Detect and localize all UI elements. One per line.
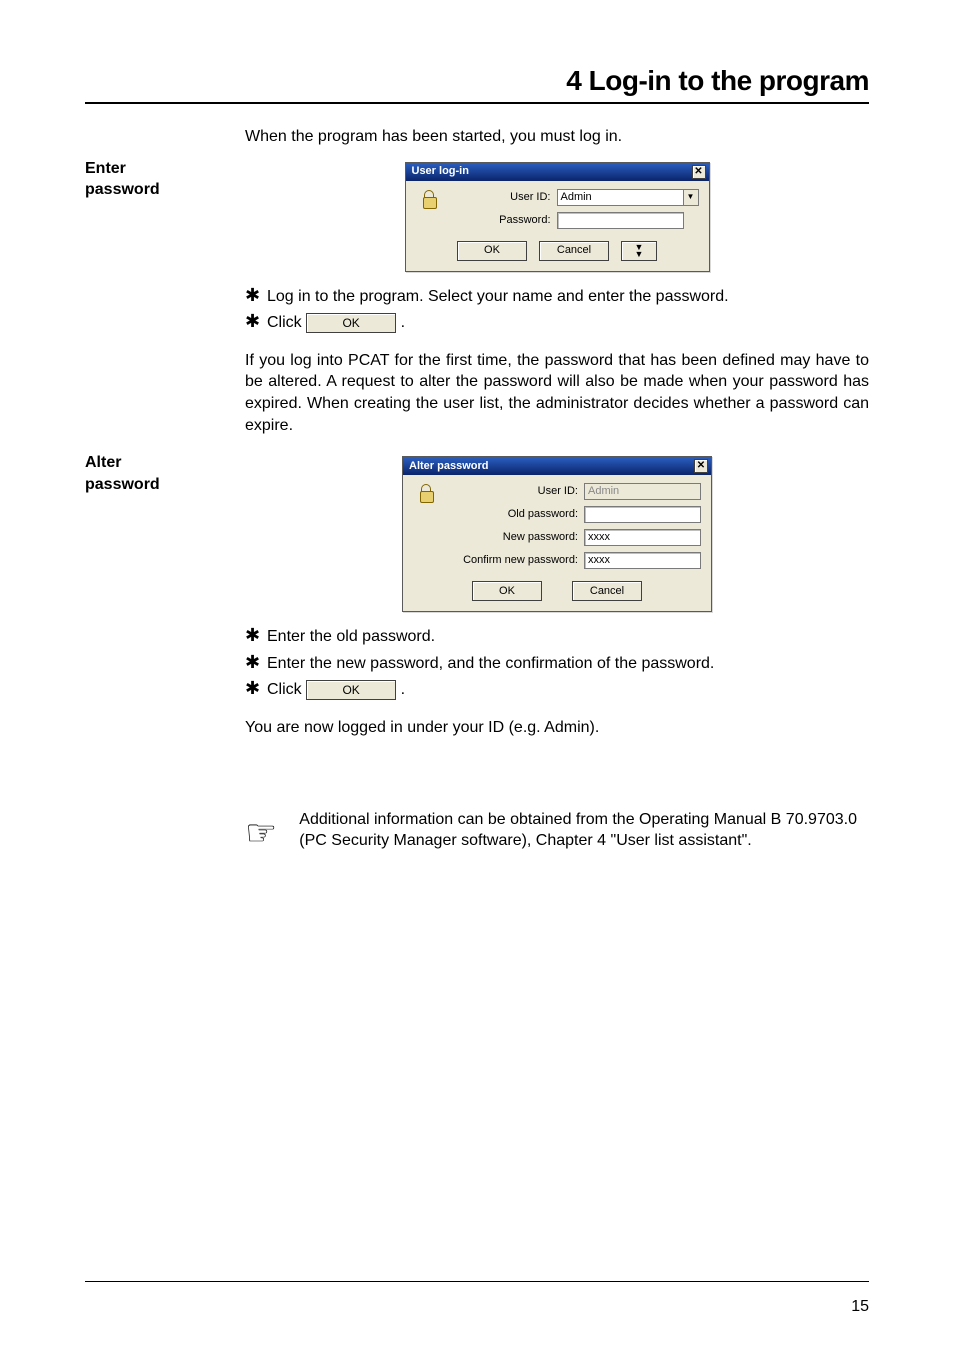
header-rule [85, 102, 869, 104]
page-title: 4 Log-in to the program [85, 65, 869, 97]
confirm-password-label: Confirm new password: [449, 553, 584, 568]
old-password-input[interactable] [584, 506, 701, 523]
password-label: Password: [452, 213, 557, 228]
dialog-titlebar: User log-in ✕ [406, 163, 709, 181]
userid-label: User ID: [452, 190, 557, 205]
userid-dropdown[interactable]: Admin [557, 189, 684, 206]
confirm-password-input[interactable]: xxxx [584, 552, 701, 569]
side-label-alter-password: Alter password [85, 452, 245, 852]
step-click-ok-1: ✱ Click OK . [245, 312, 869, 334]
ok-button[interactable]: OK [472, 581, 542, 601]
bullet-icon: ✱ [245, 626, 267, 648]
userid-readonly: Admin [584, 483, 701, 500]
bullet-icon: ✱ [245, 679, 267, 701]
page-number: 15 [851, 1298, 869, 1316]
ok-button-inline: OK [306, 680, 396, 700]
dialog-title: User log-in [412, 164, 469, 179]
chevron-down-icon[interactable]: ▼ [684, 189, 699, 206]
bullet-icon: ✱ [245, 286, 267, 308]
page: 4 Log-in to the program When the program… [0, 0, 954, 1350]
step-login: ✱ Log in to the program. Select your nam… [245, 286, 869, 308]
new-password-label: New password: [449, 530, 584, 545]
close-icon[interactable]: ✕ [692, 165, 706, 179]
footer-rule [85, 1281, 869, 1282]
dialog-title: Alter password [409, 459, 488, 474]
pcat-paragraph: If you log into PCAT for the first time,… [245, 350, 869, 436]
intro-paragraph: When the program has been started, you m… [245, 126, 869, 148]
ok-button-inline: OK [306, 313, 396, 333]
old-password-label: Old password: [449, 507, 584, 522]
bullet-icon: ✱ [245, 653, 267, 675]
bullet-icon: ✱ [245, 312, 267, 334]
lock-icon [416, 189, 444, 217]
step-new-password: ✱ Enter the new password, and the confir… [245, 653, 869, 675]
userid-label: User ID: [449, 484, 584, 499]
cancel-button[interactable]: Cancel [572, 581, 642, 601]
close-icon[interactable]: ✕ [694, 459, 708, 473]
chevron-double-down-icon: ▼▼ [635, 244, 644, 258]
cancel-button[interactable]: Cancel [539, 241, 609, 261]
expand-button[interactable]: ▼▼ [621, 241, 657, 261]
dialog-titlebar: Alter password ✕ [403, 457, 711, 475]
new-password-input[interactable]: xxxx [584, 529, 701, 546]
user-login-dialog: User log-in ✕ User ID: Admin [405, 162, 710, 272]
password-input[interactable] [557, 212, 684, 229]
ok-button[interactable]: OK [457, 241, 527, 261]
step-click-ok-2: ✱ Click OK . [245, 679, 869, 701]
alter-password-dialog: Alter password ✕ User ID: Admin [402, 456, 712, 612]
step-old-password: ✱ Enter the old password. [245, 626, 869, 648]
footnote: ☞ Additional information can be obtained… [245, 809, 869, 852]
pointing-hand-icon: ☞ [245, 815, 277, 851]
footnote-text: Additional information can be obtained f… [299, 809, 869, 852]
side-label-enter-password: Enter password [85, 158, 245, 453]
lock-icon [413, 483, 441, 511]
logged-in-paragraph: You are now logged in under your ID (e.g… [245, 717, 869, 739]
